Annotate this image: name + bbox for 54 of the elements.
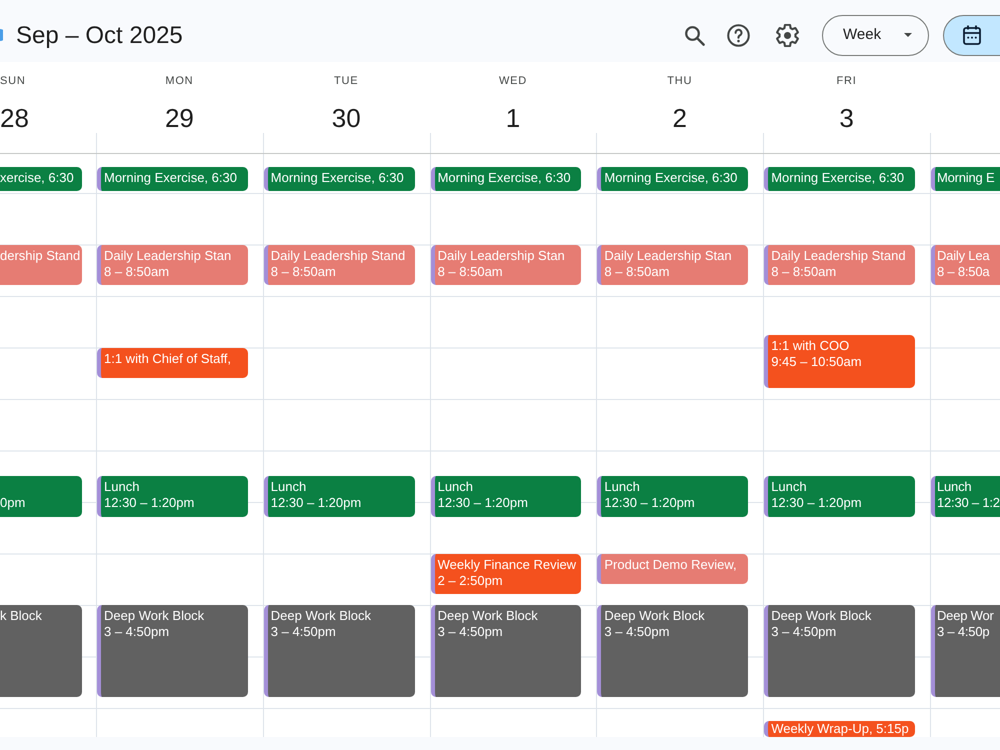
event-chip[interactable]: Daily Leadership Stand 8 – 8:50am <box>764 244 915 286</box>
event-chip[interactable]: Morning Exercise, 6:30 <box>97 167 248 191</box>
help-icon[interactable] <box>726 24 750 46</box>
event-chip[interactable]: Morning Exercise, 6:30 <box>764 167 915 191</box>
event-chip[interactable]: Deep Work Block 3 – 4:50pm <box>764 605 915 698</box>
calendar-icon <box>963 25 981 45</box>
event-chip[interactable]: Morning Exercise, 6:30 <box>597 167 748 191</box>
event-chip[interactable]: Daily Leadership Stan 8 – 8:50am <box>97 244 248 286</box>
event-chip[interactable]: k Block <box>0 605 82 698</box>
day-name: SUN <box>0 74 26 89</box>
event-chip[interactable]: 1:1 with COO 9:45 – 10:50am <box>764 334 915 388</box>
event-chip[interactable]: Morning Exercise, 6:30 <box>264 167 415 191</box>
day-number[interactable]: 1 <box>506 103 520 133</box>
event-chip[interactable]: Lunch 12:30 – 1:20pm <box>430 476 582 518</box>
day-number[interactable]: 3 <box>839 103 854 133</box>
event-chip[interactable]: 0pm <box>0 476 82 518</box>
day-name: WED <box>498 74 528 89</box>
day-name: THU <box>667 74 692 89</box>
event-chip[interactable]: Lunch 12:30 – 1:20pm <box>264 476 415 518</box>
day-number[interactable]: 30 <box>332 103 361 133</box>
event-chip[interactable]: Weekly Wrap-Up, 5:15p <box>764 720 915 737</box>
event-chip[interactable]: Deep Work Block 3 – 4:50pm <box>597 605 748 698</box>
event-chip[interactable]: Deep Work Block 3 – 4:50pm <box>264 605 415 698</box>
day-number[interactable]: 2 <box>672 103 688 133</box>
event-chip[interactable]: Lunch 12:30 – 1:20pm <box>764 476 915 518</box>
event-chip[interactable]: Deep Work Block 3 – 4:50pm <box>430 605 582 698</box>
event-chip[interactable]: Daily Leadership Stan 8 – 8:50am <box>597 244 748 286</box>
event-chip[interactable]: Deep Work Block 3 – 4:50pm <box>97 605 248 698</box>
event-chip[interactable]: xercise, 6:30 <box>0 167 82 191</box>
day-number[interactable]: 29 <box>164 103 194 133</box>
event-chip[interactable]: Daily Lea 8 – 8:50a <box>930 244 1000 286</box>
date-range-title: Sep – Oct 2025 <box>16 20 183 50</box>
event-chip[interactable]: dership Stand <box>0 244 82 286</box>
caret-icon <box>904 33 912 37</box>
arc-icon <box>0 29 3 41</box>
event-chip[interactable]: Daily Leadership Stan 8 – 8:50am <box>430 244 582 286</box>
settings-icon[interactable] <box>776 24 798 46</box>
event-chip[interactable]: Product Demo Review, <box>597 554 748 584</box>
calendar-view-button[interactable] <box>943 14 1000 56</box>
event-chip[interactable]: Morning E <box>930 167 1000 191</box>
event-chip[interactable]: 1:1 with Chief of Staff, <box>97 348 248 378</box>
day-name: MON <box>165 74 194 89</box>
event-chip[interactable]: Weekly Finance Review 2 – 2:50pm <box>430 554 582 594</box>
event-chip[interactable]: Lunch 12:30 – 1:2 <box>930 476 1000 518</box>
view-switcher-button[interactable]: Week <box>822 14 929 56</box>
event-chip[interactable]: Lunch 12:30 – 1:20pm <box>597 476 748 518</box>
event-chip[interactable]: Morning Exercise, 6:30 <box>430 167 582 191</box>
event-chip[interactable]: Daily Leadership Stand 8 – 8:50am <box>264 244 415 286</box>
day-name: TUE <box>334 74 358 89</box>
event-chip[interactable]: Deep Wor 3 – 4:50p <box>930 605 1000 698</box>
search-icon[interactable] <box>684 24 704 46</box>
event-chip[interactable]: Lunch 12:30 – 1:20pm <box>97 476 248 518</box>
day-number[interactable]: 28 <box>0 103 29 133</box>
day-name: FRI <box>836 74 857 89</box>
